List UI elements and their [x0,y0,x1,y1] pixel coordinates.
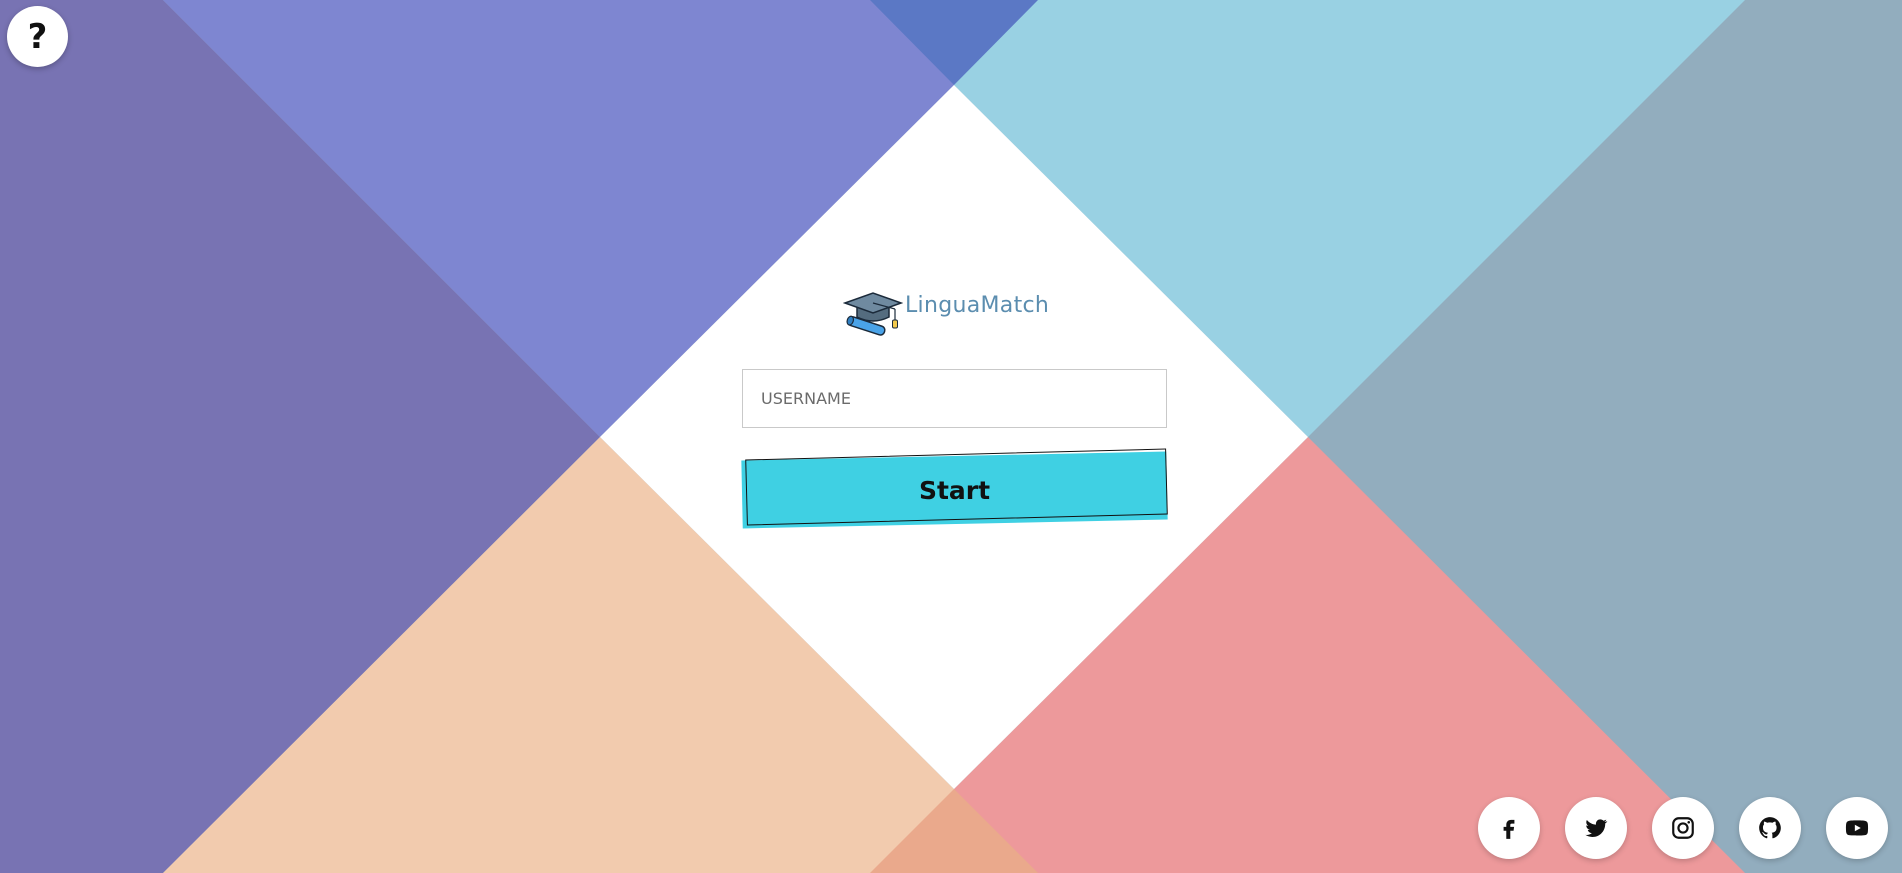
github-button[interactable] [1739,797,1801,859]
app-name: LinguaMatch [905,292,1050,318]
instagram-button[interactable] [1652,797,1714,859]
app-logo: LinguaMatch [843,287,1063,339]
youtube-icon [1845,820,1869,836]
twitter-button[interactable] [1565,797,1627,859]
graduation-cap-icon [843,292,903,336]
github-icon [1759,817,1781,839]
instagram-icon [1672,817,1694,839]
start-button-group: Start [741,448,1172,532]
facebook-icon [1503,819,1515,839]
help-button[interactable]: ? [7,6,68,67]
help-label: ? [27,16,48,57]
login-page: ? LinguaMatch Start [0,0,1902,873]
background-shapes [0,0,1902,873]
facebook-button[interactable] [1478,797,1540,859]
twitter-icon [1585,819,1608,837]
username-input[interactable] [742,369,1167,428]
start-button[interactable]: Start [742,456,1167,524]
youtube-button[interactable] [1826,797,1888,859]
